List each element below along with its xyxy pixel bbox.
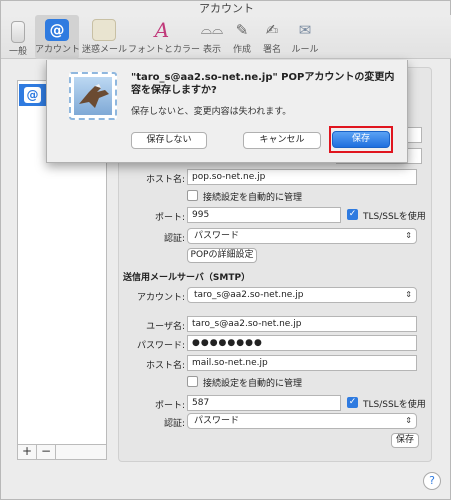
incoming-host-field[interactable]: pop.so-net.ne.jp bbox=[187, 169, 417, 185]
sheet-message: 保存しないと、変更内容は失われます。 bbox=[131, 107, 292, 117]
help-button[interactable]: ? bbox=[423, 472, 441, 490]
preferences-toolbar: 一般 @ アカウント 迷惑メール A フォントとカラー ⌓⌓ 表示 ✎ 作成 ✍… bbox=[1, 15, 451, 59]
smtp-account-label: アカウント: bbox=[136, 293, 185, 303]
smtp-section-title: 送信用メールサーバ（SMTP） bbox=[123, 273, 251, 283]
incoming-auto-manage-checkbox[interactable] bbox=[187, 190, 198, 201]
glasses-icon: ⌓⌓ bbox=[200, 22, 224, 38]
smtp-password-label: パスワード: bbox=[136, 341, 185, 351]
smtp-account-select[interactable]: taro_s@aa2.so-net.ne.jp ⇕ bbox=[187, 287, 417, 303]
incoming-port-label: ポート: bbox=[154, 213, 185, 223]
incoming-port-field[interactable]: 995 bbox=[187, 207, 341, 223]
toolbar-view[interactable]: ⌓⌓ 表示 bbox=[199, 15, 225, 59]
remove-account-button[interactable]: − bbox=[37, 445, 56, 459]
select-chevron-icon: ⇕ bbox=[405, 416, 412, 425]
smtp-tls-label: TLS/SSLを使用 bbox=[363, 400, 426, 410]
font-icon: A bbox=[154, 18, 170, 42]
toolbar-compose[interactable]: ✎ 作成 bbox=[229, 15, 255, 59]
cancel-button[interactable]: キャンセル bbox=[243, 132, 321, 149]
smtp-auth-label: 認証: bbox=[163, 419, 185, 429]
incoming-tls-label: TLS/SSLを使用 bbox=[363, 212, 426, 222]
smtp-account-value: taro_s@aa2.so-net.ne.jp bbox=[194, 290, 304, 300]
at-icon: @ bbox=[45, 19, 69, 41]
smtp-auto-manage-checkbox[interactable] bbox=[187, 376, 198, 387]
dont-save-button[interactable]: 保存しない bbox=[131, 132, 207, 149]
save-changes-sheet: "taro_s@aa2.so-net.ne.jp" POPアカウントの変更内容を… bbox=[46, 60, 408, 163]
incoming-auth-value: パスワード bbox=[194, 231, 240, 241]
signature-icon: ✍ bbox=[265, 21, 279, 39]
incoming-host-label: ホスト名: bbox=[145, 175, 185, 185]
incoming-auth-label: 認証: bbox=[163, 234, 185, 244]
smtp-auth-value: パスワード bbox=[194, 416, 240, 426]
mail-stamp-icon bbox=[69, 72, 117, 120]
at-icon: @ bbox=[24, 87, 41, 103]
smtp-password-field[interactable]: ●●●●●●●● bbox=[187, 335, 417, 351]
smtp-username-field[interactable]: taro_s@aa2.so-net.ne.jp bbox=[187, 316, 417, 332]
toolbar-accounts[interactable]: @ アカウント bbox=[35, 15, 80, 59]
smtp-auth-select[interactable]: パスワード ⇕ bbox=[187, 413, 417, 429]
sheet-title: "taro_s@aa2.so-net.ne.jp" POPアカウントの変更内容を… bbox=[131, 72, 395, 96]
incoming-auto-manage-label: 接続設定を自動的に管理 bbox=[203, 193, 303, 203]
add-account-button[interactable]: + bbox=[18, 445, 37, 459]
smtp-port-field[interactable]: 587 bbox=[187, 395, 341, 411]
junk-mail-icon bbox=[92, 19, 116, 41]
switch-icon bbox=[11, 21, 25, 43]
smtp-host-field[interactable]: mail.so-net.ne.jp bbox=[187, 355, 417, 371]
preferences-window: アカウント 一般 @ アカウント 迷惑メール A フォントとカラー ⌓⌓ 表示 … bbox=[0, 0, 451, 500]
toolbar-signatures[interactable]: ✍ 署名 bbox=[259, 15, 285, 59]
smtp-save-button[interactable]: 保存 bbox=[391, 433, 419, 448]
save-button-highlight bbox=[329, 126, 393, 153]
toolbar-junk[interactable]: 迷惑メール bbox=[82, 15, 127, 59]
toolbar-general[interactable]: 一般 bbox=[5, 15, 31, 59]
incoming-tls-checkbox[interactable]: ✓ bbox=[347, 209, 358, 220]
smtp-host-label: ホスト名: bbox=[145, 361, 185, 371]
eagle-icon bbox=[79, 84, 109, 108]
smtp-port-label: ポート: bbox=[154, 401, 185, 411]
smtp-tls-checkbox[interactable]: ✓ bbox=[347, 397, 358, 408]
smtp-username-label: ユーザ名: bbox=[146, 322, 185, 332]
select-chevron-icon: ⇕ bbox=[405, 231, 412, 240]
pop-detail-settings-button[interactable]: POPの詳細設定 bbox=[187, 248, 257, 263]
account-list-controls: + − bbox=[17, 445, 107, 460]
toolbar-rules[interactable]: ✉ ルール bbox=[289, 15, 321, 59]
pencil-icon: ✎ bbox=[235, 21, 249, 39]
toolbar-fonts-colors[interactable]: A フォントとカラー bbox=[128, 15, 200, 59]
smtp-auto-manage-label: 接続設定を自動的に管理 bbox=[203, 379, 303, 389]
rules-icon: ✉ bbox=[298, 21, 312, 39]
incoming-auth-select[interactable]: パスワード ⇕ bbox=[187, 228, 417, 244]
select-chevron-icon: ⇕ bbox=[405, 290, 412, 299]
